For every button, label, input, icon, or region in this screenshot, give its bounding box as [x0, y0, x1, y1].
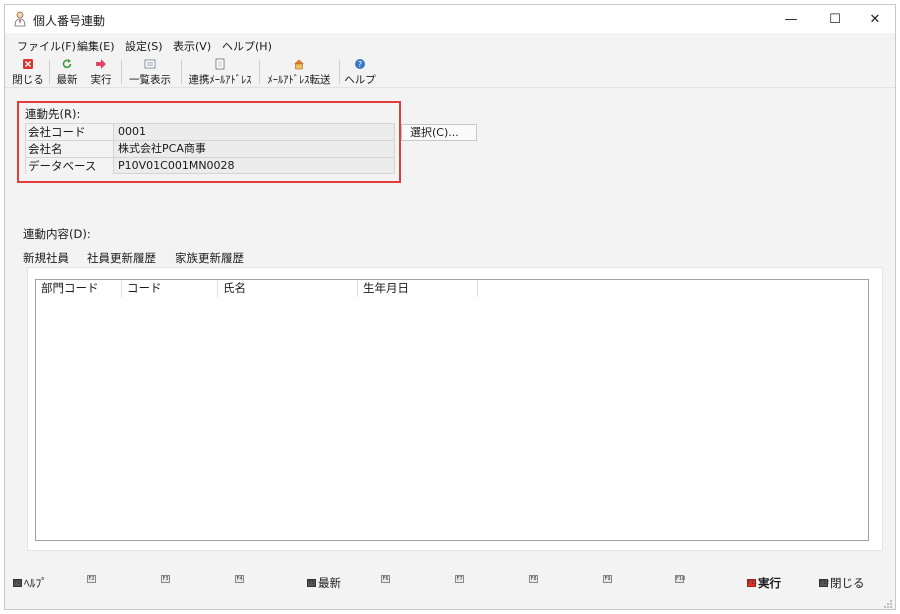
database-label: データベース: [26, 158, 114, 174]
menu-settings[interactable]: 設定(S): [125, 38, 163, 54]
f9-badge: F9: [603, 575, 612, 583]
tab-new-employees[interactable]: 新規社員: [23, 250, 69, 266]
company-name-value: 株式会社PCA商事: [118, 142, 206, 155]
destination-title: 連動先(R):: [25, 107, 81, 121]
close-window-button[interactable]: ✕: [853, 5, 895, 33]
toolbar-separator: [259, 60, 260, 84]
list-view-icon: [144, 59, 156, 69]
f11-execute-key[interactable]: F11 実行: [747, 575, 781, 591]
resize-grip-icon[interactable]: [883, 599, 893, 609]
f7-badge: F7: [455, 575, 464, 583]
close-button[interactable]: 閉じる: [11, 56, 45, 88]
mail-house-icon: [294, 59, 304, 70]
linked-mail-button-label: 連携ﾒｰﾙｱﾄﾞﾚｽ: [188, 74, 252, 86]
title-bar: 個人番号連動 — ☐ ✕: [5, 5, 895, 33]
refresh-icon: [62, 59, 72, 69]
menu-file[interactable]: ファイル(F): [17, 38, 76, 54]
toolbar-separator: [49, 60, 50, 84]
f10-key[interactable]: F10: [675, 575, 686, 583]
f6-key[interactable]: F6: [381, 575, 392, 583]
f9-key[interactable]: F9: [603, 575, 614, 583]
destination-section: 連動先(R): 会社コード 0001 会社名 株式会社PCA商事 データベース …: [17, 101, 401, 183]
f3-key[interactable]: F3: [161, 575, 172, 583]
column-header-department-code[interactable]: 部門コード: [36, 280, 122, 297]
f8-badge: F8: [529, 575, 538, 583]
f6-badge: F6: [381, 575, 390, 583]
toolbar-separator: [181, 60, 182, 84]
help-button[interactable]: ? ヘルプ: [343, 56, 377, 88]
f8-key[interactable]: F8: [529, 575, 540, 583]
company-name-row: 会社名 株式会社PCA商事: [25, 140, 395, 157]
f5-badge: F5: [307, 579, 316, 587]
f3-badge: F3: [161, 575, 170, 583]
f12-badge: F12: [819, 579, 830, 587]
database-row: データベース P10V01C001MN0028: [25, 157, 395, 174]
f4-key[interactable]: F4: [235, 575, 246, 583]
f1-help-key[interactable]: F1 ﾍﾙﾌﾟ: [13, 575, 47, 591]
company-code-row: 会社コード 0001: [25, 123, 395, 140]
f5-refresh-key[interactable]: F5 最新: [307, 575, 341, 591]
help-icon: ?: [355, 59, 365, 69]
toolbar: 閉じる 最新 実行 一覧表示 連携ﾒｰﾙｱﾄﾞﾚｽ ﾒｰﾙｱﾄﾞﾚｽ転送 ? ヘ…: [5, 56, 895, 88]
menu-edit[interactable]: 編集(E): [77, 38, 115, 54]
arrow-right-icon: [96, 59, 106, 69]
f5-label: 最新: [318, 576, 341, 590]
f11-label: 実行: [758, 576, 781, 590]
function-key-bar: F1 ﾍﾙﾌﾟ F2 F3 F4 F5 最新 F6 F7 F8 F9 F10 F…: [5, 567, 895, 597]
content-title: 連動内容(D):: [23, 227, 91, 241]
tab-family-history[interactable]: 家族更新履歴: [175, 250, 244, 266]
menu-help[interactable]: ヘルプ(H): [222, 38, 272, 54]
company-name-label: 会社名: [26, 141, 114, 157]
maximize-button[interactable]: ☐: [813, 5, 857, 33]
svg-text:?: ?: [358, 60, 362, 69]
company-code-label: 会社コード: [26, 124, 114, 140]
minimize-button[interactable]: —: [769, 5, 813, 33]
f2-badge: F2: [87, 575, 96, 583]
refresh-button-label: 最新: [56, 74, 78, 86]
f1-label: ﾍﾙﾌﾟ: [24, 576, 47, 590]
execute-button[interactable]: 実行: [87, 56, 115, 88]
employee-list[interactable]: 部門コード コード 氏名 生年月日: [35, 279, 869, 541]
toolbar-separator: [121, 60, 122, 84]
menu-bar: ファイル(F) 編集(E) 設定(S) 表示(V) ヘルプ(H): [5, 35, 895, 55]
close-x-icon: [23, 59, 33, 69]
menu-view[interactable]: 表示(V): [173, 38, 211, 54]
close-button-label: 閉じる: [12, 74, 44, 86]
mail-transfer-button[interactable]: ﾒｰﾙｱﾄﾞﾚｽ転送: [263, 56, 335, 88]
list-view-button-label: 一覧表示: [129, 74, 171, 86]
window-title: 個人番号連動: [33, 14, 106, 28]
f1-badge: F1: [13, 579, 22, 587]
list-view-button[interactable]: 一覧表示: [125, 56, 175, 88]
main-panel: 連動先(R): 会社コード 0001 会社名 株式会社PCA商事 データベース …: [5, 89, 895, 567]
refresh-button[interactable]: 最新: [53, 56, 81, 88]
help-button-label: ヘルプ: [344, 74, 376, 86]
f11-badge: F11: [747, 579, 758, 587]
f10-badge: F10: [675, 575, 686, 583]
toolbar-separator: [339, 60, 340, 84]
f12-label: 閉じる: [830, 576, 865, 590]
column-header-code[interactable]: コード: [122, 280, 218, 297]
mail-transfer-button-label: ﾒｰﾙｱﾄﾞﾚｽ転送: [267, 74, 331, 86]
app-window: 個人番号連動 — ☐ ✕ ファイル(F) 編集(E) 設定(S) 表示(V) ヘ…: [4, 4, 896, 610]
tab-employee-history[interactable]: 社員更新履歴: [87, 250, 156, 266]
select-button[interactable]: 選択(C)...: [401, 124, 477, 141]
f12-close-key[interactable]: F12 閉じる: [819, 575, 865, 591]
person-icon: [14, 11, 26, 27]
database-value: P10V01C001MN0028: [118, 159, 235, 172]
company-code-value: 0001: [118, 125, 146, 138]
f7-key[interactable]: F7: [455, 575, 466, 583]
column-header-birthdate[interactable]: 生年月日: [358, 280, 478, 297]
f2-key[interactable]: F2: [87, 575, 98, 583]
column-header-name[interactable]: 氏名: [218, 280, 358, 297]
f4-badge: F4: [235, 575, 244, 583]
execute-button-label: 実行: [90, 74, 112, 86]
status-bar: [5, 597, 895, 609]
linked-mail-button[interactable]: 連携ﾒｰﾙｱﾄﾞﾚｽ: [185, 56, 255, 88]
address-book-icon: [215, 58, 225, 70]
